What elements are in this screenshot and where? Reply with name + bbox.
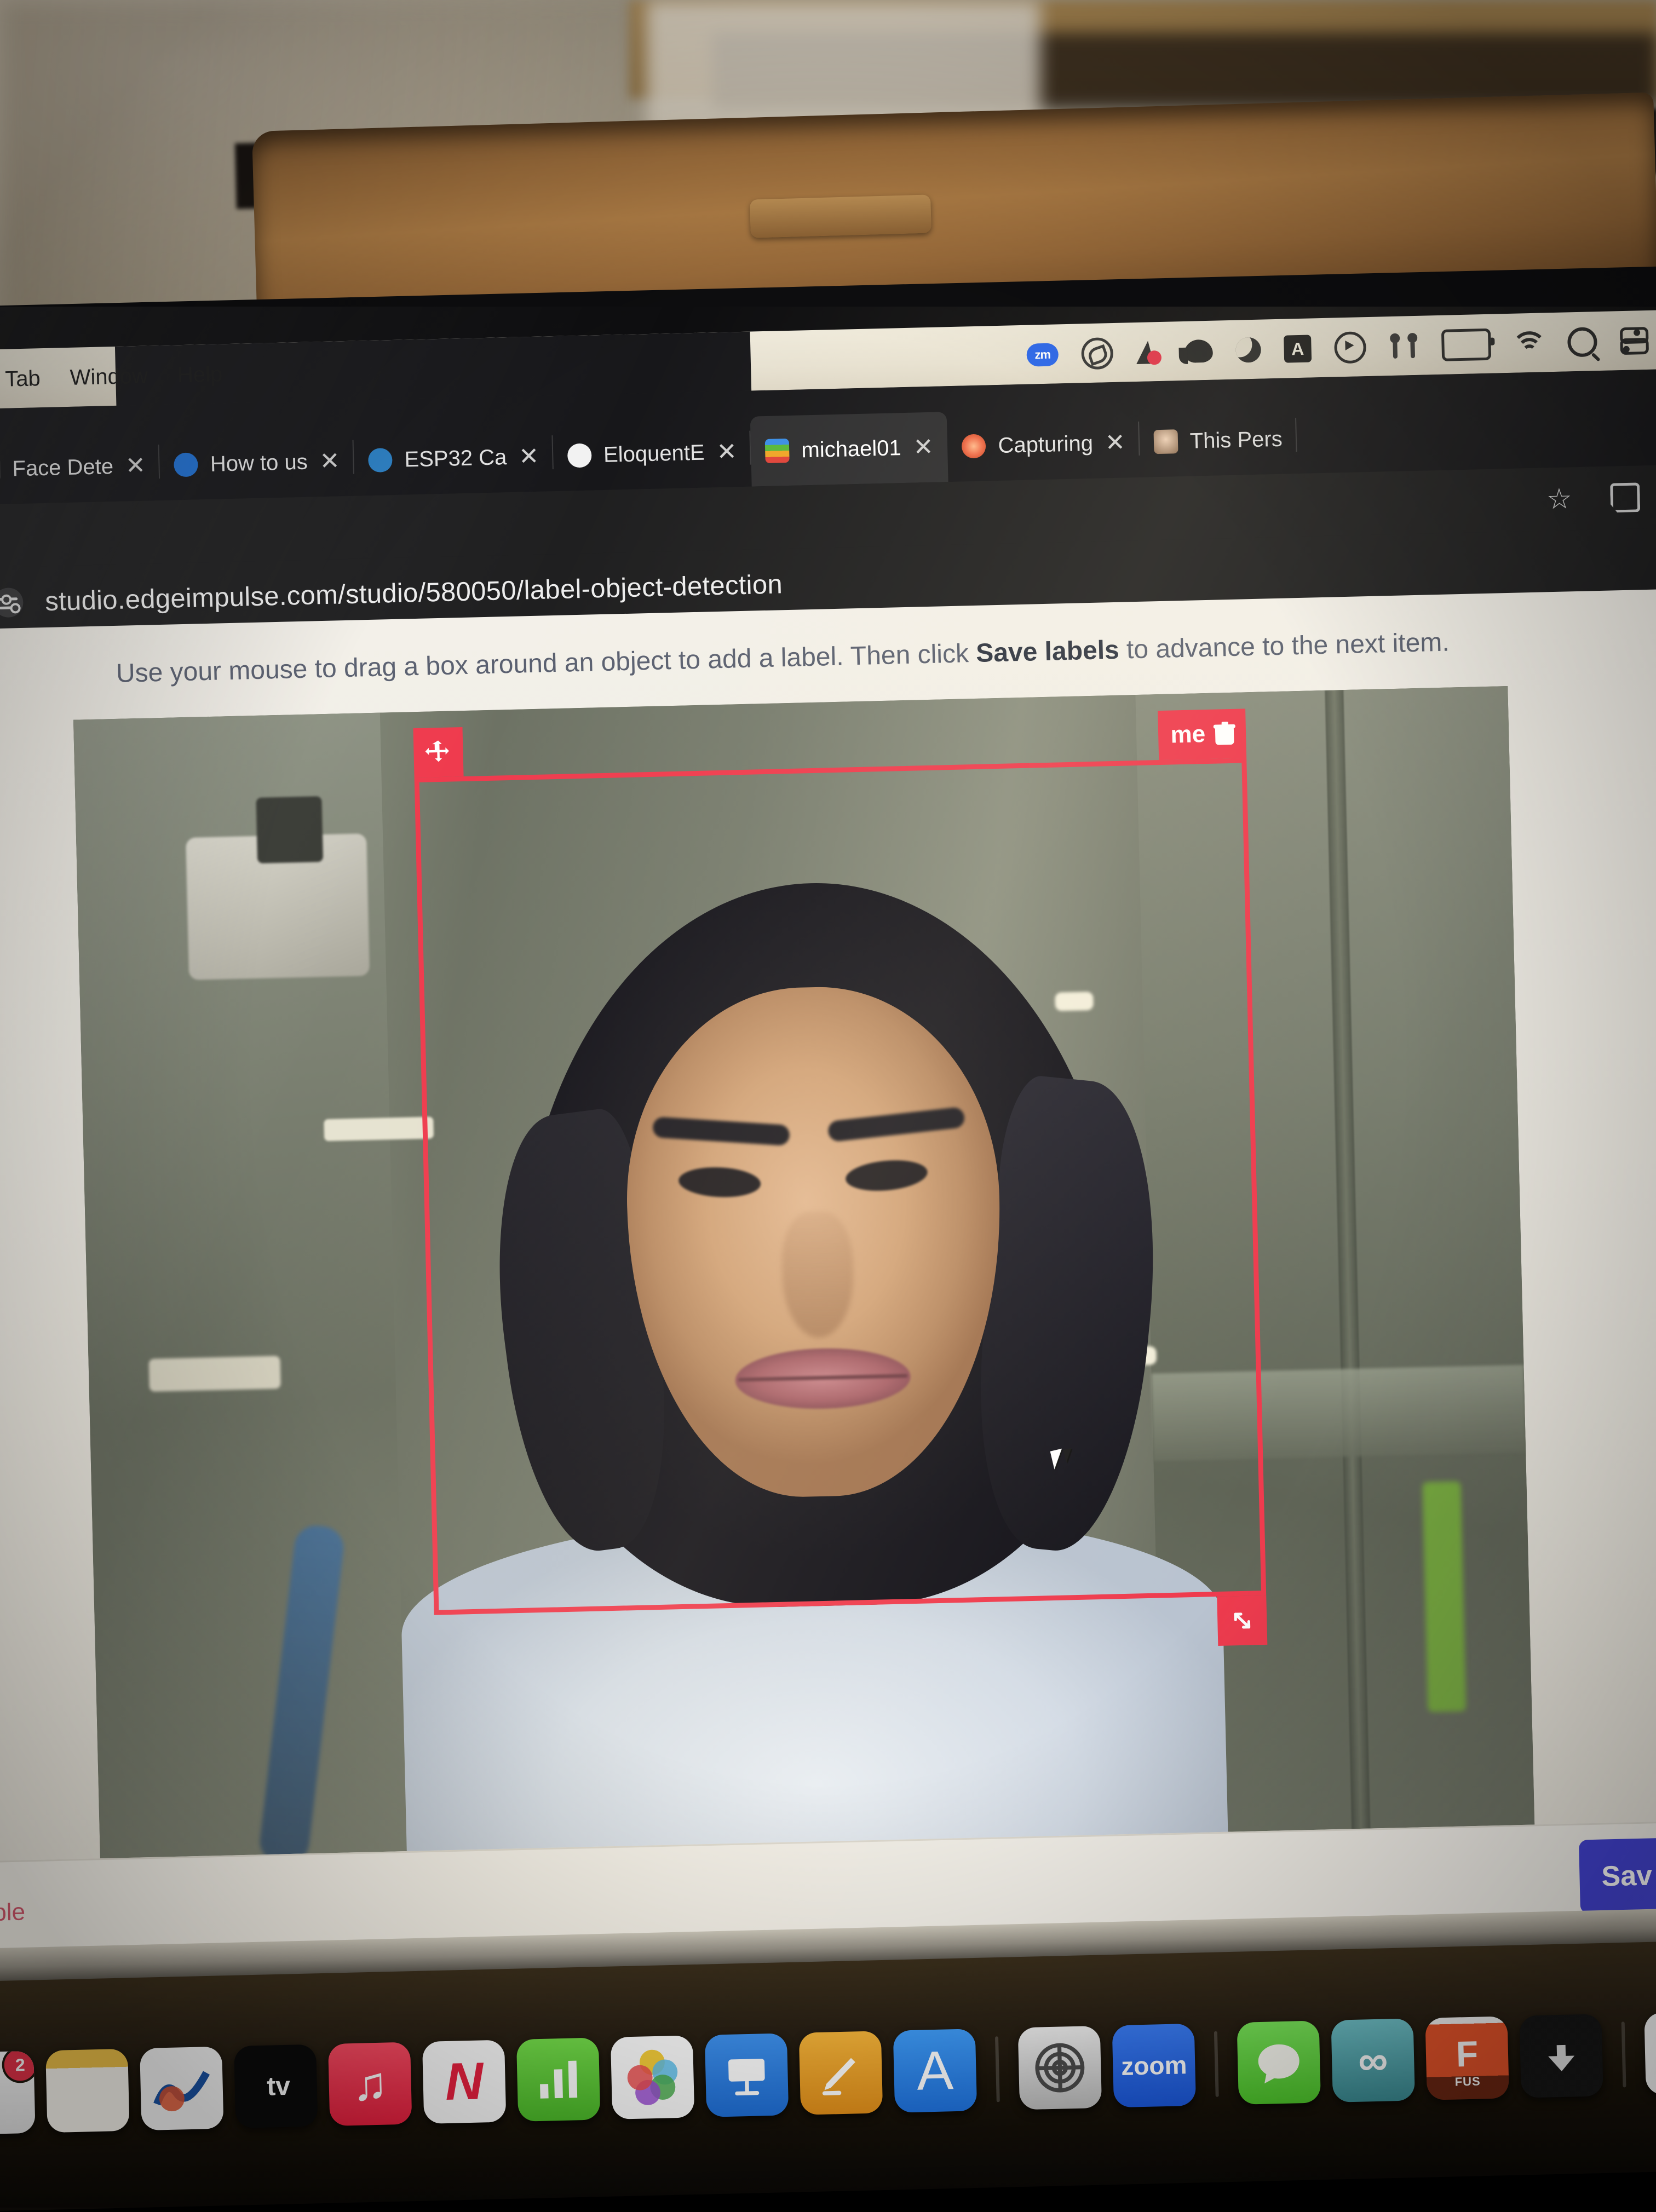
move-arrows-icon[interactable] xyxy=(413,727,464,778)
browser-tab-3[interactable]: EloquentE ✕ xyxy=(553,417,752,491)
tab-favicon xyxy=(368,448,393,473)
text-replacement-a-icon[interactable]: A xyxy=(1284,335,1312,363)
dock-separator-2 xyxy=(1214,2031,1219,2097)
music-note-icon: ♫ xyxy=(352,2057,389,2111)
instruction-text: Use your mouse to drag a box around an o… xyxy=(116,624,1595,689)
dock-item-arduino[interactable]: ∞ xyxy=(1331,2018,1415,2102)
dock-separator-1 xyxy=(994,2036,1000,2102)
dock-item-music[interactable]: ♫ xyxy=(327,2042,412,2127)
dock-item-mail[interactable]: 2 xyxy=(0,2050,36,2135)
browser-tab-1[interactable]: How to us ✕ xyxy=(159,426,355,500)
tab-close-icon[interactable]: ✕ xyxy=(519,443,539,470)
tab-close-icon[interactable]: ✕ xyxy=(716,438,737,465)
labeling-image[interactable]: me xyxy=(73,686,1535,1870)
menubar-status-items: zm A xyxy=(1026,324,1656,371)
tab-title: How to us xyxy=(210,450,308,476)
browser-tab-active-michael01[interactable]: michael01 ✕ xyxy=(750,412,949,487)
menu-tab[interactable]: Tab xyxy=(5,366,41,392)
airpods-icon[interactable] xyxy=(1389,332,1419,360)
tab-favicon xyxy=(962,434,987,459)
edge-impulse-labeling-page: Use your mouse to drag a box around an o… xyxy=(0,588,1656,1982)
trash-icon[interactable] xyxy=(1213,722,1235,745)
instruction-prefix: Use your mouse to drag a box around an o… xyxy=(116,638,976,688)
tab-close-icon[interactable]: ✕ xyxy=(913,434,934,461)
dock-item-app-store[interactable]: A xyxy=(893,2029,978,2113)
dock-item-blender[interactable] xyxy=(1519,2014,1603,2098)
dock-item-notes[interactable] xyxy=(45,2048,130,2133)
tab-title: michael01 xyxy=(801,435,902,462)
dock-item-stocks[interactable] xyxy=(140,2046,224,2131)
dock-item-numbers[interactable] xyxy=(516,2037,601,2122)
menu-window[interactable]: Window xyxy=(70,364,148,390)
lab-machine-head xyxy=(256,796,324,863)
battery-icon[interactable] xyxy=(1441,328,1492,361)
arduino-label: ∞ xyxy=(1358,2036,1389,2084)
now-playing-icon[interactable] xyxy=(1333,331,1367,364)
lab-light-tube xyxy=(324,1116,434,1142)
lab-green-panel xyxy=(1422,1481,1467,1713)
dock-item-news[interactable]: N xyxy=(422,2040,507,2124)
browser-tab-6[interactable]: This Pers xyxy=(1138,404,1297,477)
spotlight-search-icon[interactable] xyxy=(1567,327,1598,358)
browser-tab-0[interactable]: Face Dete ✕ xyxy=(0,430,160,505)
tab-title: This Pers xyxy=(1189,427,1283,453)
tab-favicon xyxy=(764,438,790,463)
tab-title: ESP32 Ca xyxy=(404,445,507,471)
tab-close-icon[interactable]: ✕ xyxy=(319,447,340,475)
apple-tv-label: tv xyxy=(261,2071,291,2101)
fusion-label: F xyxy=(1455,2033,1479,2075)
dock-item-keynote[interactable] xyxy=(704,2033,789,2117)
app-store-label: A xyxy=(916,2039,955,2102)
tab-favicon xyxy=(567,443,592,468)
zoom-menu-glyph: zm xyxy=(1026,343,1059,367)
creative-cloud-icon[interactable] xyxy=(1081,337,1114,370)
bookmark-star-icon[interactable]: ☆ xyxy=(1546,482,1572,516)
tab-close-icon[interactable]: ✕ xyxy=(125,452,146,480)
tab-favicon xyxy=(0,457,1,482)
dock-separator-3 xyxy=(1621,2021,1626,2088)
dock-item-photos[interactable] xyxy=(610,2035,695,2119)
tab-title: Capturing xyxy=(998,431,1094,458)
lab-light-tube-2 xyxy=(148,1356,281,1392)
tab-title: EloquentE xyxy=(603,440,705,467)
elephant-icon[interactable] xyxy=(1184,339,1214,363)
zoom-menu-icon[interactable]: zm xyxy=(1026,343,1059,367)
url-text: studio.edgeimpulse.com/studio/580050/lab… xyxy=(44,569,783,617)
wifi-icon[interactable] xyxy=(1511,331,1548,367)
bbox-label-text: me xyxy=(1170,721,1206,748)
news-label: N xyxy=(444,2052,484,2112)
instruction-suffix: to advance to the next item. xyxy=(1119,627,1450,665)
case-clasp xyxy=(750,194,932,238)
bbox-label-badge[interactable]: me xyxy=(1158,708,1247,761)
zoom-label: zoom xyxy=(1120,2050,1187,2081)
control-center-icon[interactable] xyxy=(1619,326,1649,355)
browser-tab-2[interactable]: ESP32 Ca ✕ xyxy=(353,421,554,496)
dock-item-system-settings[interactable] xyxy=(1017,2025,1102,2110)
browser-tab-5[interactable]: Capturing ✕ xyxy=(947,407,1140,482)
toolbar-right-actions: ☆ xyxy=(1546,479,1656,516)
menu-help[interactable]: Help xyxy=(177,362,222,388)
tab-favicon xyxy=(174,452,199,477)
dock-item-messages[interactable] xyxy=(1237,2020,1321,2105)
fusion-sublabel: FUS xyxy=(1454,2074,1481,2089)
bounding-box[interactable]: me xyxy=(413,708,1268,1646)
instruction-bold-save-labels: Save labels xyxy=(975,635,1120,668)
mail-badge: 2 xyxy=(1,2050,36,2084)
dock-item-fusion-360[interactable]: F FUS xyxy=(1425,2016,1509,2100)
delete-sample-button[interactable]: te sample xyxy=(0,1898,26,1928)
extensions-icon[interactable] xyxy=(1610,482,1640,512)
dock-item-apple-tv[interactable]: tv xyxy=(234,2044,318,2129)
do-not-disturb-moon-icon[interactable] xyxy=(1235,337,1262,363)
tab-favicon xyxy=(1153,429,1178,454)
dock-item-zoom[interactable]: zoom xyxy=(1112,2023,1197,2108)
dock-item-zip-archive[interactable] xyxy=(1644,2011,1656,2095)
tab-close-icon[interactable]: ✕ xyxy=(1105,429,1125,456)
spark-mail-icon[interactable] xyxy=(1136,339,1162,365)
tab-title: Face Dete xyxy=(12,454,114,481)
resize-diagonal-icon[interactable] xyxy=(1217,1595,1268,1646)
save-labels-button[interactable]: Sav xyxy=(1578,1835,1656,1914)
site-settings-icon[interactable] xyxy=(0,587,24,618)
dock-item-pages[interactable] xyxy=(798,2031,883,2115)
